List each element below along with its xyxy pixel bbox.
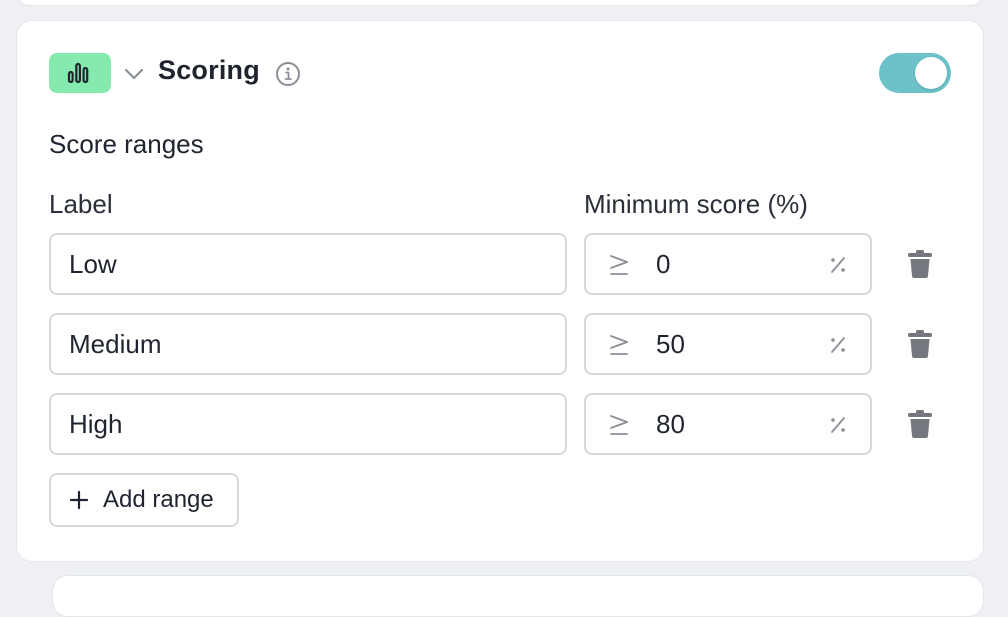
percent-icon	[831, 257, 845, 273]
trash-icon	[908, 410, 932, 438]
delete-range-button[interactable]	[905, 249, 935, 279]
bar-chart-icon	[67, 62, 89, 84]
greater-equal-icon	[610, 335, 628, 355]
plus-icon	[69, 490, 89, 510]
scoring-toggle[interactable]	[879, 53, 951, 93]
min-score-value: 50	[656, 329, 685, 359]
percent-icon	[831, 417, 845, 433]
greater-equal-icon	[610, 415, 628, 435]
min-score-value: 80	[656, 409, 685, 439]
range-label-input[interactable]: Low	[49, 233, 567, 295]
info-icon[interactable]	[275, 61, 301, 87]
previous-card	[16, 0, 984, 6]
min-score-column-header: Minimum score (%)	[584, 189, 808, 219]
next-card	[52, 575, 984, 617]
range-label-input[interactable]: High	[49, 393, 567, 455]
min-score-value: 0	[656, 249, 671, 279]
scoring-card: Scoring Score ranges Label Minimum score…	[16, 20, 984, 562]
range-row: High 80	[17, 393, 983, 457]
section-icon	[49, 53, 111, 93]
chevron-down-icon[interactable]	[123, 65, 145, 83]
add-range-label: Add range	[103, 486, 214, 513]
add-range-button[interactable]: Add range	[49, 473, 239, 527]
min-score-input[interactable]: 0	[584, 233, 872, 295]
delete-range-button[interactable]	[905, 409, 935, 439]
min-score-input[interactable]: 80	[584, 393, 872, 455]
trash-icon	[908, 330, 932, 358]
range-label-input[interactable]: Medium	[49, 313, 567, 375]
range-row: Medium 50	[17, 313, 983, 377]
score-ranges-heading: Score ranges	[49, 129, 204, 159]
trash-icon	[908, 250, 932, 278]
section-title: Scoring	[158, 55, 260, 85]
min-score-input[interactable]: 50	[584, 313, 872, 375]
percent-icon	[831, 337, 845, 353]
label-column-header: Label	[49, 189, 113, 219]
toggle-knob	[915, 57, 947, 89]
delete-range-button[interactable]	[905, 329, 935, 359]
range-row: Low 0	[17, 233, 983, 297]
greater-equal-icon	[610, 255, 628, 275]
